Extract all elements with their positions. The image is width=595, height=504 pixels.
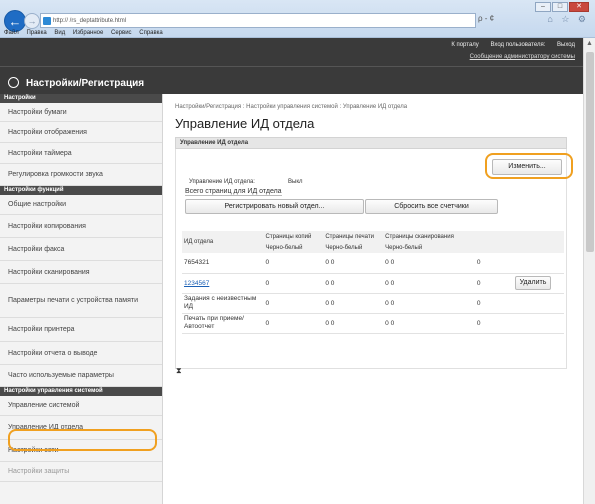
extra-count-cell: 0 bbox=[474, 293, 514, 314]
sidebar-section-system: Настройки управления системой bbox=[0, 387, 162, 396]
vertical-scrollbar[interactable]: ▲ bbox=[583, 38, 595, 504]
sidebar-item-printer[interactable]: Настройки принтера bbox=[0, 318, 162, 342]
collapse-icon[interactable]: ⧗ bbox=[176, 366, 182, 376]
dept-mgmt-value: Выкл bbox=[288, 179, 303, 185]
register-dept-button[interactable]: Регистрировать новый отдел... bbox=[185, 199, 364, 214]
dept-id-cell: 7654321 bbox=[182, 253, 264, 274]
sidebar-section-functions: Настройки функций bbox=[0, 186, 162, 195]
action-cell bbox=[513, 253, 564, 274]
sidebar-item-memory-print[interactable]: Параметры печати с устройства памяти bbox=[0, 284, 162, 318]
menu-edit[interactable]: Правка bbox=[26, 30, 46, 36]
table-row: Задания с неизвестным ИД 0 0 0 0 0 0 bbox=[182, 293, 564, 314]
action-cell bbox=[513, 313, 564, 334]
address-bar[interactable]: http:// /rs_deptattribute.html bbox=[40, 13, 476, 28]
brand-title: Настройки/Регистрация bbox=[26, 78, 145, 89]
menu-file[interactable]: Файл bbox=[4, 30, 19, 36]
table-row: Печать при приеме/Автоотчет 0 0 0 0 0 0 bbox=[182, 313, 564, 334]
app-header: К порталу Вход пользователя: Выход Сообщ… bbox=[0, 38, 583, 94]
header-divider bbox=[0, 66, 583, 67]
scrollbar-thumb[interactable] bbox=[586, 52, 594, 252]
extra-count-cell: 0 bbox=[474, 253, 514, 274]
edit-highlight-ring bbox=[485, 153, 573, 179]
menu-help[interactable]: Справка bbox=[139, 30, 163, 36]
page-favicon-icon bbox=[43, 17, 51, 25]
dept-id-cell: Печать при приеме/Автоотчет bbox=[182, 313, 264, 334]
copy-count-cell: 0 bbox=[263, 253, 324, 274]
dept-id-table: ИД отдела Страницы копий Страницы печати… bbox=[182, 231, 564, 334]
table-row: 1234567 0 0 0 0 0 0 Удалить bbox=[182, 273, 564, 294]
col-sub-print: Черно-белый bbox=[323, 243, 384, 253]
copy-count-cell: 0 bbox=[263, 273, 324, 294]
admin-message-link[interactable]: Сообщение администратору системы bbox=[470, 54, 575, 60]
maximize-button[interactable]: □ bbox=[552, 2, 568, 12]
window-controls: – □ ✕ bbox=[534, 2, 589, 12]
sidebar-item-display[interactable]: Настройки отображения bbox=[0, 122, 162, 143]
sidebar-section-settings: Настройки bbox=[0, 94, 162, 103]
menu-favorites[interactable]: Избранное bbox=[73, 30, 103, 36]
dept-id-cell: Задания с неизвестным ИД bbox=[182, 293, 264, 314]
print-count-cell: 0 0 bbox=[323, 253, 384, 274]
sidebar-item-scan[interactable]: Настройки сканирования bbox=[0, 261, 162, 284]
dept-id-cell: 1234567 bbox=[182, 273, 264, 294]
extra-count-cell: 0 bbox=[474, 273, 514, 294]
copy-count-cell: 0 bbox=[263, 293, 324, 314]
search-refresh-icon[interactable]: ρ - ¢ bbox=[478, 14, 494, 23]
scan-count-cell: 0 0 bbox=[383, 273, 475, 294]
col-header-copy: Страницы копий bbox=[263, 231, 324, 243]
sidebar-item-report[interactable]: Настройки отчета о выводе bbox=[0, 342, 162, 365]
app-brand: Настройки/Регистрация bbox=[8, 77, 144, 89]
close-window-button[interactable]: ✕ bbox=[569, 2, 589, 12]
col-header-print: Страницы печати bbox=[323, 231, 384, 243]
dept-id-link[interactable]: 1234567 bbox=[184, 280, 209, 287]
col-header-id: ИД отдела bbox=[182, 231, 264, 253]
sidebar-item-timer[interactable]: Настройки таймера bbox=[0, 143, 162, 164]
logout-link[interactable]: Выход bbox=[557, 42, 575, 48]
scan-count-cell: 0 0 bbox=[383, 253, 475, 274]
scan-count-cell: 0 0 bbox=[383, 313, 475, 334]
sidebar-item-system[interactable]: Управление системой bbox=[0, 396, 162, 416]
settings-brand-icon bbox=[8, 77, 19, 88]
sidebar-item-copy[interactable]: Настройки копирования bbox=[0, 215, 162, 238]
forward-arrow-icon[interactable]: → bbox=[24, 13, 40, 29]
col-header-scan: Страницы сканирования bbox=[383, 231, 514, 243]
sidebar-item-paper[interactable]: Настройки бумаги bbox=[0, 103, 162, 122]
action-cell bbox=[513, 293, 564, 314]
sidebar-item-fax[interactable]: Настройки факса bbox=[0, 238, 162, 261]
table-row: 7654321 0 0 0 0 0 0 bbox=[182, 253, 564, 274]
portal-link[interactable]: К порталу bbox=[451, 42, 478, 48]
total-pages-section: Всего страниц для ИД отдела bbox=[185, 188, 282, 196]
home-favorites-settings-icons[interactable]: ⌂ ☆ ⚙ bbox=[547, 14, 589, 25]
col-sub-empty bbox=[513, 243, 564, 253]
menu-tools[interactable]: Сервис bbox=[111, 30, 132, 36]
browser-titlebar: – □ ✕ ← → http:// /rs_deptattribute.html… bbox=[0, 0, 595, 38]
panel-title: Управление ИД отдела bbox=[175, 137, 567, 149]
delete-button[interactable]: Удалить bbox=[515, 276, 552, 290]
sidebar-item-favorites[interactable]: Часто используемые параметры bbox=[0, 365, 162, 387]
page-title: Управление ИД отдела bbox=[175, 116, 315, 131]
scroll-up-arrow-icon[interactable]: ▲ bbox=[586, 40, 593, 47]
breadcrumb: Настройки/Регистрация : Настройки управл… bbox=[175, 104, 408, 110]
print-count-cell: 0 0 bbox=[323, 293, 384, 314]
extra-count-cell: 0 bbox=[474, 313, 514, 334]
minimize-button[interactable]: – bbox=[535, 2, 551, 12]
menu-bar: Файл Правка Вид Избранное Сервис Справка bbox=[0, 28, 595, 38]
print-count-cell: 0 0 bbox=[323, 273, 384, 294]
sidebar-item-common[interactable]: Общие настройки bbox=[0, 195, 162, 215]
col-sub-copy: Черно-белый bbox=[263, 243, 324, 253]
menu-view[interactable]: Вид bbox=[54, 30, 65, 36]
col-sub-scan: Черно-белый bbox=[383, 243, 514, 253]
sidebar-item-volume[interactable]: Регулировка громкости звука bbox=[0, 164, 162, 186]
scan-count-cell: 0 0 bbox=[383, 293, 475, 314]
dept-mgmt-label: Управление ИД отдела: bbox=[189, 179, 255, 185]
sidebar-item-security[interactable]: Настройки защиты bbox=[0, 462, 162, 482]
action-cell: Удалить bbox=[513, 273, 564, 294]
print-count-cell: 0 0 bbox=[323, 313, 384, 334]
col-header-empty bbox=[513, 231, 564, 243]
sidebar-highlight-ring bbox=[8, 429, 157, 451]
url-text: http:// /rs_deptattribute.html bbox=[53, 18, 127, 24]
copy-count-cell: 0 bbox=[263, 313, 324, 334]
login-user-label: Вход пользователя: bbox=[490, 42, 546, 48]
reset-counters-button[interactable]: Сбросить все счетчики bbox=[365, 199, 498, 214]
header-links: К порталу Вход пользователя: Выход bbox=[441, 42, 575, 48]
